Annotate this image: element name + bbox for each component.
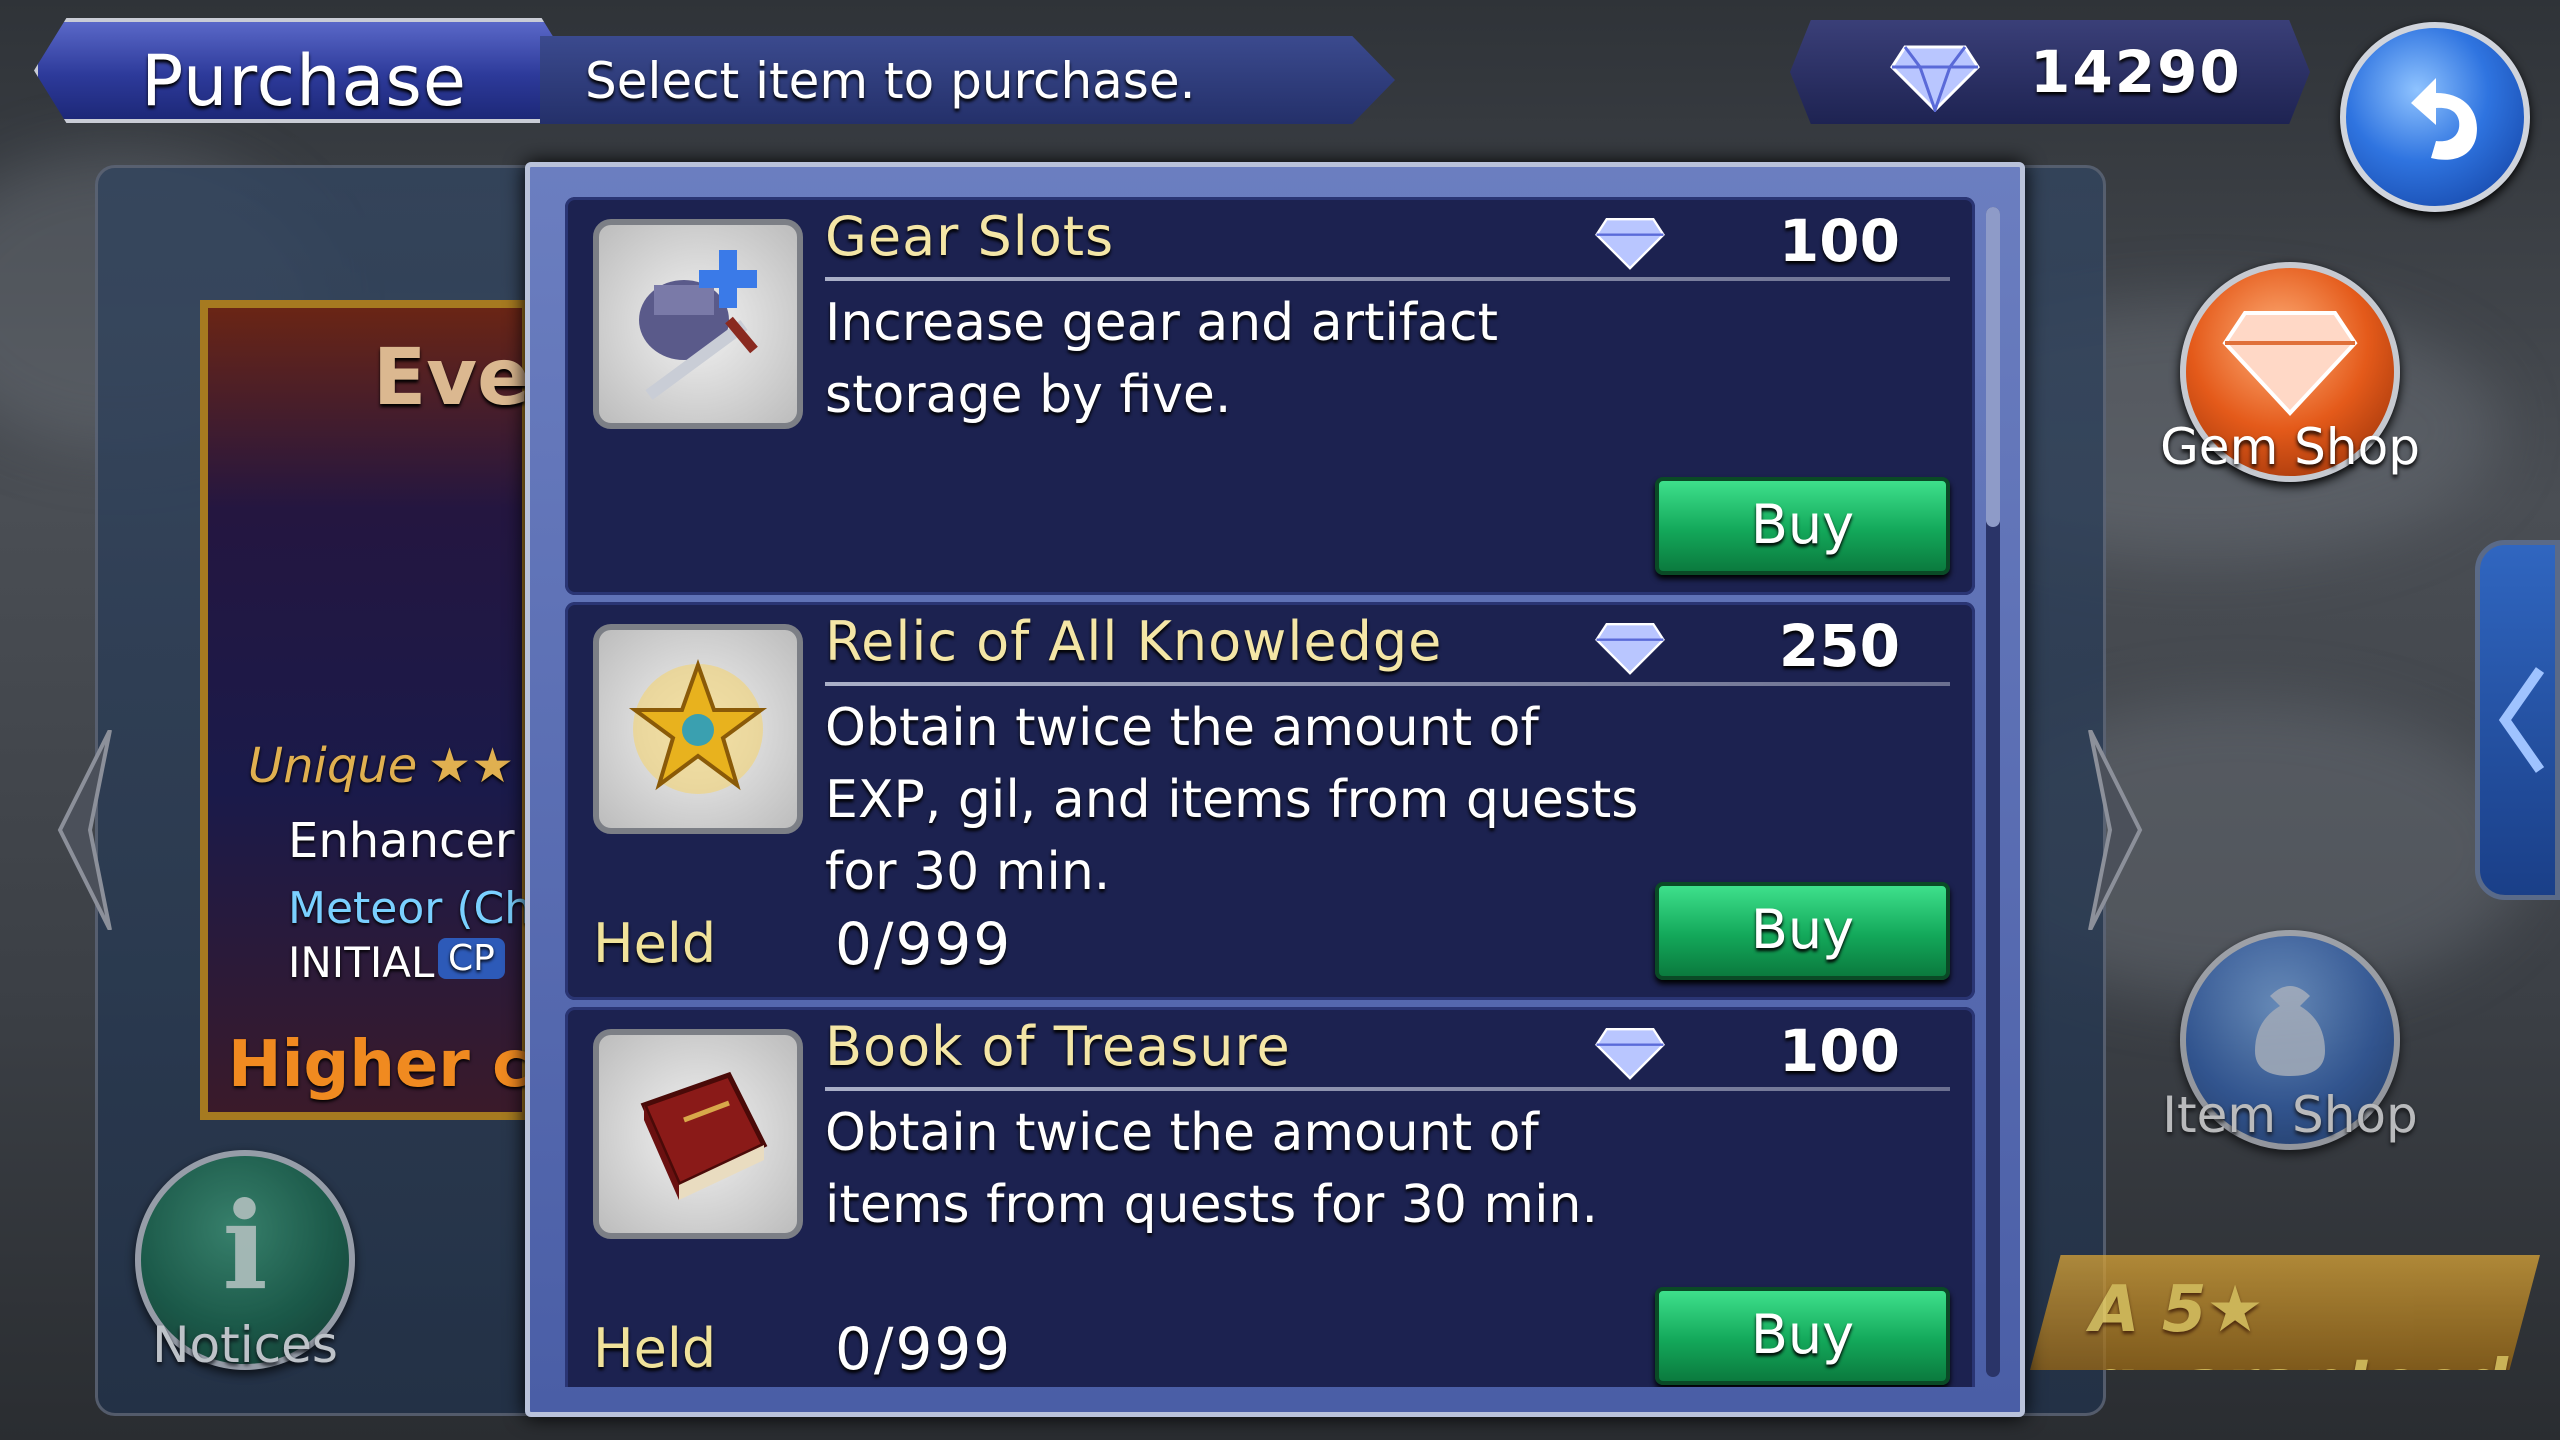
divider xyxy=(825,682,1950,686)
guarantee-banner-text: A 5★ guaranteed! xyxy=(2090,1273,2538,1421)
gem-shop-button[interactable]: Gem Shop xyxy=(2160,262,2420,482)
list-item: Relic of All Knowledge 250 Obtain twice … xyxy=(565,602,1975,1000)
purchase-panel: Gear Slots 100 Increase gear and artifac… xyxy=(525,162,2025,1417)
divider xyxy=(825,277,1950,281)
page-title: Purchase xyxy=(141,40,467,122)
scrollbar-thumb[interactable] xyxy=(1986,207,2000,527)
item-list[interactable]: Gear Slots 100 Increase gear and artifac… xyxy=(565,197,1975,1387)
gem-shop-icon xyxy=(2222,311,2358,416)
guarantee-banner[interactable]: A 5★ guaranteed! xyxy=(2030,1255,2540,1370)
gem-counter: 14290 xyxy=(1790,20,2310,124)
gem-icon xyxy=(1890,45,1980,112)
list-item: Book of Treasure 100 Obtain twice the am… xyxy=(565,1007,1975,1387)
scrollbar[interactable] xyxy=(1986,207,2000,1377)
gem-icon xyxy=(1595,623,1665,675)
gem-shop-label: Gem Shop xyxy=(2160,418,2420,476)
red-book-icon xyxy=(593,1029,803,1239)
left-arrow-icon[interactable] xyxy=(50,730,120,930)
back-button[interactable] xyxy=(2340,22,2530,212)
chevron-left-icon xyxy=(2498,667,2545,773)
item-name: Book of Treasure xyxy=(825,1015,1291,1078)
enhancer-label: Enhancer xyxy=(288,813,515,869)
item-bag-icon xyxy=(2255,986,2325,1076)
instruction-plate: Select item to purchase. xyxy=(540,36,1395,124)
buy-button[interactable]: Buy xyxy=(1655,882,1950,980)
event-card-footer: Higher ch xyxy=(228,1028,576,1102)
divider xyxy=(825,1087,1950,1091)
notices-label: Notices xyxy=(152,1316,338,1374)
right-arrow-icon[interactable] xyxy=(2080,730,2150,930)
buy-button[interactable]: Buy xyxy=(1655,1287,1950,1385)
unique-label: Unique xyxy=(248,738,418,794)
item-shop-button[interactable]: Item Shop xyxy=(2162,930,2418,1150)
side-drawer-tab[interactable] xyxy=(2475,540,2560,900)
event-banner-card[interactable]: Eve Unique ★★ Enhancer Meteor (Cha INITI… xyxy=(200,300,576,1120)
held-count: 0/999 xyxy=(835,910,1013,978)
gold-star-relic-icon xyxy=(593,624,803,834)
item-price: 250 xyxy=(1778,612,1900,680)
buy-button[interactable]: Buy xyxy=(1655,477,1950,575)
event-card-title: Eve xyxy=(373,333,531,423)
item-name: Relic of All Knowledge xyxy=(825,610,1443,673)
item-description: Increase gear and artifact storage by fi… xyxy=(825,293,1498,425)
initial-label: INITIAL xyxy=(288,938,435,987)
item-description: Obtain twice the amount of items from qu… xyxy=(825,1103,1599,1235)
list-item: Gear Slots 100 Increase gear and artifac… xyxy=(565,197,1975,595)
item-description: Obtain twice the amount of EXP, gil, and… xyxy=(825,698,1639,902)
held-label: Held xyxy=(593,912,717,975)
item-price: 100 xyxy=(1778,207,1900,275)
item-shop-label: Item Shop xyxy=(2162,1086,2418,1144)
page-title-plate: Purchase xyxy=(34,18,574,123)
gem-icon xyxy=(1595,1028,1665,1080)
notices-button[interactable]: i Notices xyxy=(135,1150,355,1374)
cp-badge: CP xyxy=(438,938,505,979)
armor-sword-plus-icon xyxy=(593,219,803,429)
rarity-stars: ★★ xyxy=(428,738,515,794)
held-label: Held xyxy=(593,1317,717,1380)
instruction-text: Select item to purchase. xyxy=(585,52,1196,110)
ability-label: Meteor (Cha xyxy=(288,883,560,934)
gem-count: 14290 xyxy=(2030,38,2242,106)
info-icon: i xyxy=(222,1176,268,1317)
item-price: 100 xyxy=(1778,1017,1900,1085)
held-count: 0/999 xyxy=(835,1315,1013,1383)
back-arrow-icon xyxy=(2411,78,2477,160)
gem-icon xyxy=(1595,218,1665,270)
item-name: Gear Slots xyxy=(825,205,1115,268)
